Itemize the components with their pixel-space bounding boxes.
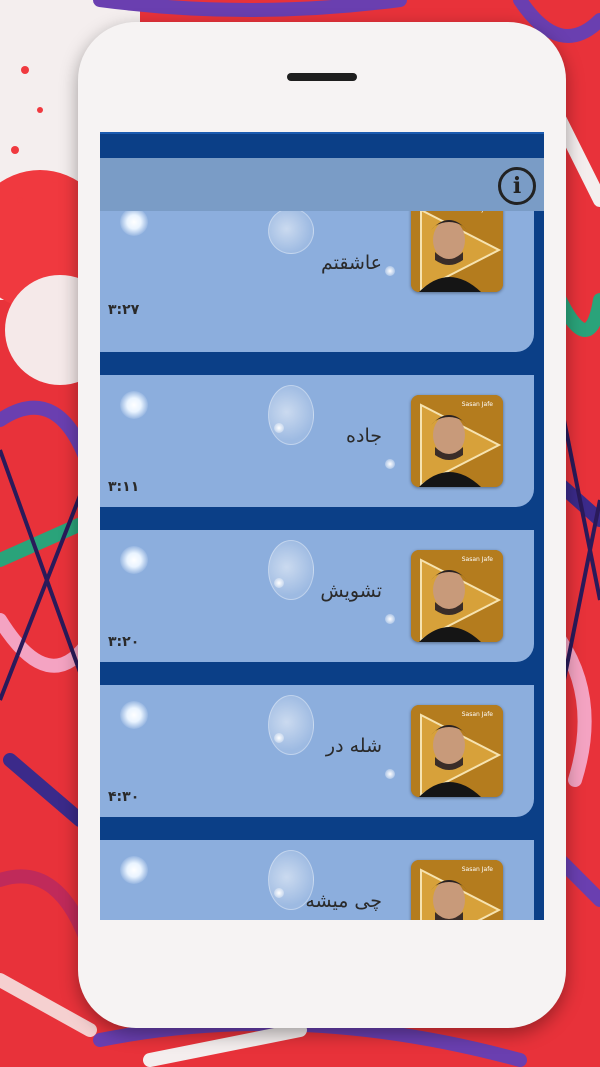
decor-dot <box>274 578 284 588</box>
track-title: چی میشه <box>305 890 382 912</box>
decor-dot <box>274 888 284 898</box>
decor-dot <box>385 614 395 624</box>
decor-bubble <box>268 695 314 755</box>
album-caption: Sasan Jafe <box>461 556 493 563</box>
decor-bubble <box>268 210 314 254</box>
track-title: شله در <box>325 735 382 757</box>
decor-glow <box>120 701 148 729</box>
app-screen: عاشقتم ۳:۲۷ Sasan Jafe <box>100 132 544 920</box>
artist-photo-icon <box>411 550 503 642</box>
artist-photo-icon <box>411 210 503 292</box>
app-toolbar: i <box>100 158 544 211</box>
track-duration: ۳:۲۰ <box>108 634 140 650</box>
track-duration: ۳:۱۱ <box>108 479 140 495</box>
album-art[interactable]: Sasan Jafe <box>411 395 503 487</box>
track-item[interactable]: شله در ۴:۳۰ Sasan Jafe <box>100 685 534 817</box>
track-item[interactable]: چی میشه Sasan Jafe <box>100 840 534 920</box>
decor-bubble <box>268 540 314 600</box>
decor-dot <box>274 423 284 433</box>
album-caption: Sasan Jafe <box>461 866 493 873</box>
decor-dot <box>274 733 284 743</box>
track-item[interactable]: جاده ۳:۱۱ Sasan Jafe <box>100 375 534 507</box>
phone-speaker <box>287 73 357 81</box>
album-art[interactable]: Sasan Jafe <box>411 550 503 642</box>
decor-glow <box>120 856 148 884</box>
info-icon[interactable]: i <box>498 167 536 205</box>
track-item[interactable]: تشویش ۳:۲۰ Sasan Jafe <box>100 530 534 662</box>
phone-frame: عاشقتم ۳:۲۷ Sasan Jafe <box>78 22 566 1028</box>
status-bar <box>100 132 544 158</box>
track-title: تشویش <box>320 580 382 602</box>
decor-glow <box>120 546 148 574</box>
album-caption: Sasan Jafe <box>461 711 493 718</box>
album-caption: Sasan Jafe <box>461 401 493 408</box>
album-art[interactable]: Sasan Jafe <box>411 210 503 292</box>
decor-bubble <box>268 385 314 445</box>
decor-dot <box>385 459 395 469</box>
artist-photo-icon <box>411 705 503 797</box>
track-title: جاده <box>346 425 382 447</box>
decor-dot <box>385 769 395 779</box>
decor-glow <box>120 210 148 236</box>
info-icon-glyph: i <box>512 173 522 199</box>
artist-photo-icon <box>411 395 503 487</box>
decor-glow <box>120 391 148 419</box>
album-art[interactable]: Sasan Jafe <box>411 705 503 797</box>
track-title: عاشقتم <box>320 252 382 274</box>
track-list[interactable]: عاشقتم ۳:۲۷ Sasan Jafe <box>100 132 544 920</box>
track-duration: ۳:۲۷ <box>108 302 140 318</box>
decor-dot <box>385 266 395 276</box>
album-art[interactable]: Sasan Jafe <box>411 860 503 920</box>
track-item[interactable]: عاشقتم ۳:۲۷ Sasan Jafe <box>100 210 534 352</box>
track-duration: ۴:۳۰ <box>108 789 140 805</box>
